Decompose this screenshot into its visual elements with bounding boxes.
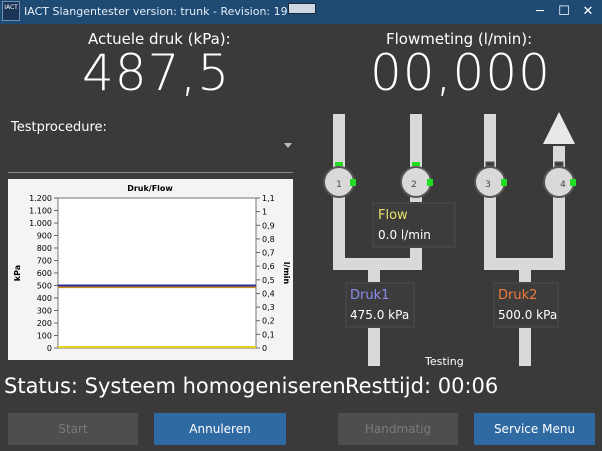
dropdown-underline	[8, 172, 293, 173]
service-menu-button[interactable]: Service Menu	[474, 413, 595, 445]
y2-tick-label: 0,5	[262, 276, 275, 285]
y2-tick-label: 0,4	[262, 289, 275, 298]
valve-3[interactable]: 3	[474, 161, 507, 198]
arrow-up-icon	[543, 112, 575, 144]
plot-area	[57, 197, 257, 349]
y2-axis-label: l/min	[282, 262, 291, 285]
valve-indicator	[501, 179, 507, 186]
druk1-box-value: 475.0 kPa	[350, 308, 410, 322]
y-tick-label: 1.000	[29, 219, 52, 228]
title-bar: IACT IACT Slangentester version: trunk -…	[0, 0, 602, 24]
chart-svg: Druk/Flow 0 100 200 300 400 500 600 700 800 900 1.…	[13, 184, 291, 353]
valve-indicator	[350, 179, 356, 186]
annuleren-button[interactable]: Annuleren	[154, 413, 286, 445]
y-axis-label: kPa	[13, 265, 22, 281]
y-tick-label: 600	[37, 269, 52, 278]
valve-indicator	[412, 162, 420, 166]
chart-title: Druk/Flow	[127, 184, 173, 193]
valve-1[interactable]: 1	[323, 162, 356, 198]
diagram-status-label: Testing	[425, 355, 464, 368]
valve-4[interactable]: 4	[543, 161, 576, 198]
window-title: IACT Slangentester version: trunk - Revi…	[24, 5, 288, 18]
minimize-button[interactable]: ─	[532, 4, 548, 20]
valve-indicator	[554, 161, 564, 167]
valve-indicator	[335, 162, 343, 166]
y-tick-label: 700	[37, 257, 52, 266]
y2-tick-label: 0,7	[262, 249, 275, 258]
app-logo: IACT	[2, 1, 20, 21]
valve-indicator	[485, 161, 495, 167]
flow-value: 00,000	[370, 44, 551, 102]
y2-tick-label: 0,1	[262, 330, 275, 339]
druk1-box-title: Druk1	[350, 288, 390, 303]
y-tick-label: 400	[37, 294, 52, 303]
y-tick-label: 500	[37, 282, 52, 291]
y2-tick-label: 0,6	[262, 262, 275, 271]
valve-number: 4	[560, 180, 566, 190]
valve-indicator	[427, 179, 433, 186]
testprocedure-dropdown[interactable]	[8, 134, 293, 172]
y-tick-label: 1.100	[29, 207, 52, 216]
y-tick-label: 900	[37, 232, 52, 241]
y-tick-label: 800	[37, 244, 52, 253]
valve-number: 3	[485, 180, 491, 190]
y2-tick-label: 0,9	[262, 221, 275, 230]
flow-box-title: Flow	[378, 208, 408, 223]
valve-indicator	[570, 179, 576, 186]
flow-box-value: 0.0 l/min	[378, 228, 431, 242]
druk2-box-value: 500.0 kPa	[498, 308, 558, 322]
close-button[interactable]: ✕	[580, 4, 596, 20]
y2-tick-label: 0,8	[262, 235, 275, 244]
start-button[interactable]: Start	[8, 413, 138, 445]
y2-tick-label: 0,2	[262, 317, 275, 326]
y-tick-label: 200	[37, 319, 52, 328]
druk2-readout-box: Druk2 500.0 kPa	[493, 282, 559, 328]
druk2-box-title: Druk2	[498, 288, 538, 303]
y-tick-label: 300	[37, 307, 52, 316]
maximize-button[interactable]: ☐	[556, 4, 572, 20]
y-tick-label: 100	[37, 332, 52, 341]
druk1-readout-box: Druk1 475.0 kPa	[345, 282, 415, 328]
valve-number: 1	[336, 180, 342, 190]
y-tick-label: 1.200	[29, 194, 52, 203]
druk-flow-chart: Druk/Flow 0 100 200 300 400 500 600 700 800 900 1.…	[8, 179, 293, 360]
y-tick-label: 0	[47, 344, 52, 353]
y2-tick-label: 0	[262, 344, 267, 353]
valve-2[interactable]: 2	[400, 162, 433, 198]
flow-readout-box: Flow 0.0 l/min	[372, 202, 456, 248]
chevron-down-icon	[284, 143, 292, 148]
y2-tick-label: 1,1	[262, 194, 275, 203]
handmatig-button[interactable]: Handmatig	[338, 413, 458, 445]
y2-tick-label: 1	[262, 208, 267, 217]
y2-tick-label: 0,3	[262, 303, 275, 312]
testprocedure-label: Testprocedure:	[11, 120, 107, 135]
drag-handle[interactable]	[288, 3, 316, 14]
pressure-value: 487,5	[82, 44, 231, 102]
status-text: Status: Systeem homogeniseren.	[4, 374, 353, 398]
resttijd-text: Resttijd: 00:06	[345, 374, 499, 398]
valve-number: 2	[411, 180, 417, 190]
